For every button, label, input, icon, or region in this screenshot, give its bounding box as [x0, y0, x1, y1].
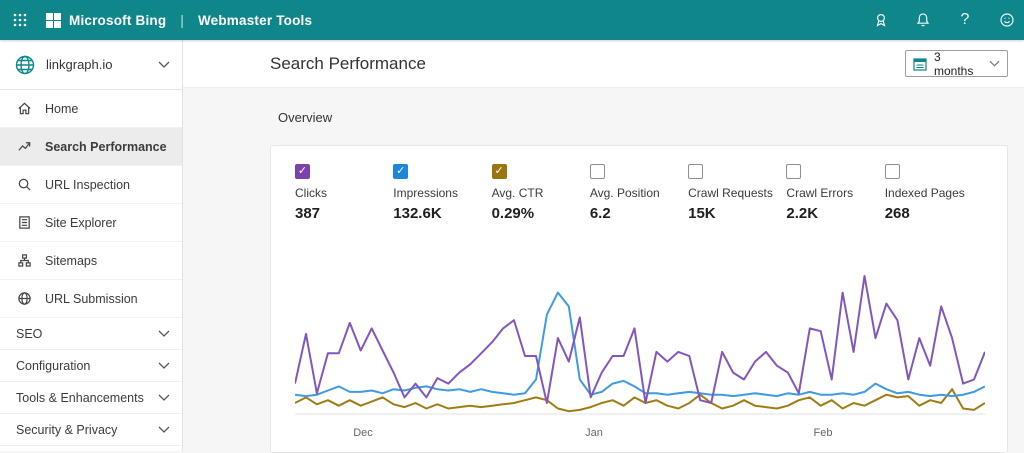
clicks-checkbox[interactable]: ✓ — [295, 164, 310, 179]
sidebar-item-label: Home — [45, 102, 78, 116]
metric-label: Avg. CTR — [492, 186, 590, 200]
sidebar-item-label: Sitemaps — [45, 254, 97, 268]
sidebar-item-search-performance[interactable]: Search Performance — [0, 128, 182, 166]
feedback-smiley-icon[interactable] — [992, 5, 1022, 35]
performance-card: ✓ Clicks 387 ✓ Impressions 132.6K ✓ Avg.… — [270, 145, 1008, 453]
sidebar-item-sitemaps[interactable]: Sitemaps — [0, 242, 182, 280]
metric-indexed-pages: Indexed Pages 268 — [885, 164, 983, 222]
sidebar-item-home[interactable]: Home — [0, 90, 182, 128]
page-title: Search Performance — [270, 54, 426, 74]
tab-overview[interactable]: Overview — [278, 110, 1008, 125]
sidebar-group-label: Tools & Enhancements — [16, 391, 144, 405]
x-axis-label: Feb — [814, 427, 833, 439]
main-content: Search Performance 3 months Overview ✓ C… — [183, 40, 1024, 451]
clicks-line — [295, 276, 985, 403]
indexed-pages-checkbox[interactable] — [885, 164, 900, 179]
microsoft-logo-icon — [46, 13, 61, 28]
brand-separator: | — [174, 12, 190, 28]
product-name: Webmaster Tools — [198, 13, 312, 28]
metric-clicks: ✓ Clicks 387 — [295, 164, 393, 222]
site-selector[interactable]: linkgraph.io — [0, 40, 182, 90]
trend-icon — [16, 139, 32, 155]
chevron-down-icon — [158, 426, 170, 433]
sidebar-item-label: URL Submission — [45, 292, 138, 306]
avg-ctr-line — [295, 389, 985, 411]
sidebar-item-label: URL Inspection — [45, 178, 130, 192]
metric-label: Impressions — [393, 186, 491, 200]
impressions-checkbox[interactable]: ✓ — [393, 164, 408, 179]
crawl-errors-checkbox[interactable] — [786, 164, 801, 179]
sidebar-item-url-submission[interactable]: URL Submission — [0, 280, 182, 318]
period-selector-dropdown[interactable]: 3 months — [905, 50, 1008, 77]
notifications-bell-icon[interactable] — [908, 5, 938, 35]
x-axis-label: Jan — [585, 427, 603, 439]
sidebar-group-tools-enhancements[interactable]: Tools & Enhancements — [0, 382, 182, 414]
calendar-icon — [913, 57, 927, 71]
metric-label: Crawl Errors — [786, 186, 884, 200]
metric-label: Avg. Position — [590, 186, 688, 200]
site-name: linkgraph.io — [46, 57, 113, 72]
sidebar-item-site-explorer[interactable]: Site Explorer — [0, 204, 182, 242]
award-icon[interactable] — [866, 5, 896, 35]
sidebar-group-configuration[interactable]: Configuration — [0, 350, 182, 382]
brand-lockup[interactable]: Microsoft Bing | Webmaster Tools — [46, 12, 312, 28]
metric-label: Clicks — [295, 186, 393, 200]
globe-icon — [16, 291, 32, 307]
metric-value: 2.2K — [786, 205, 884, 222]
chevron-down-icon — [989, 60, 1000, 67]
metric-avg-position: Avg. Position 6.2 — [590, 164, 688, 222]
sidebar-item-url-inspection[interactable]: URL Inspection — [0, 166, 182, 204]
metric-value: 15K — [688, 205, 786, 222]
site-globe-icon — [14, 54, 36, 76]
metric-value: 387 — [295, 205, 393, 222]
sidebar-item-label: Search Performance — [45, 140, 167, 154]
sitemap-icon — [16, 253, 32, 269]
sidebar: linkgraph.io Home Search Performance URL… — [0, 40, 183, 451]
chevron-down-icon — [158, 61, 170, 68]
metric-value: 132.6K — [393, 205, 491, 222]
avg-ctr-checkbox[interactable]: ✓ — [492, 164, 507, 179]
metric-crawl-requests: Crawl Requests 15K — [688, 164, 786, 222]
search-icon — [16, 177, 32, 193]
metric-value: 268 — [885, 205, 983, 222]
metric-value: 6.2 — [590, 205, 688, 222]
impressions-line — [295, 293, 985, 397]
top-app-bar: Microsoft Bing | Webmaster Tools ? — [0, 0, 1024, 40]
help-icon[interactable]: ? — [950, 5, 980, 35]
document-icon — [16, 215, 32, 231]
chevron-down-icon — [158, 330, 170, 337]
metric-label: Crawl Requests — [688, 186, 786, 200]
metric-value: 0.29% — [492, 205, 590, 222]
sidebar-group-security-privacy[interactable]: Security & Privacy — [0, 414, 182, 446]
sidebar-item-label: Site Explorer — [45, 216, 117, 230]
waffle-menu-icon[interactable] — [0, 0, 40, 40]
sidebar-group-label: SEO — [16, 327, 42, 341]
performance-chart: Dec Jan Feb — [295, 246, 983, 446]
home-icon — [16, 101, 32, 117]
crawl-requests-checkbox[interactable] — [688, 164, 703, 179]
metric-crawl-errors: Crawl Errors 2.2K — [786, 164, 884, 222]
chevron-down-icon — [158, 394, 170, 401]
x-axis-label: Dec — [353, 427, 373, 439]
metric-label: Indexed Pages — [885, 186, 983, 200]
chevron-down-icon — [158, 362, 170, 369]
sidebar-group-seo[interactable]: SEO — [0, 318, 182, 350]
sidebar-group-label: Security & Privacy — [16, 423, 117, 437]
metric-toggle-row: ✓ Clicks 387 ✓ Impressions 132.6K ✓ Avg.… — [295, 164, 983, 222]
period-selector-value: 3 months — [934, 50, 982, 78]
page-header: Search Performance 3 months — [183, 40, 1024, 88]
avg-position-checkbox[interactable] — [590, 164, 605, 179]
metric-impressions: ✓ Impressions 132.6K — [393, 164, 491, 222]
sidebar-group-label: Configuration — [16, 359, 90, 373]
metric-avg-ctr: ✓ Avg. CTR 0.29% — [492, 164, 590, 222]
chart-canvas: Dec Jan Feb — [295, 246, 985, 446]
brand-name: Microsoft Bing — [69, 13, 166, 28]
